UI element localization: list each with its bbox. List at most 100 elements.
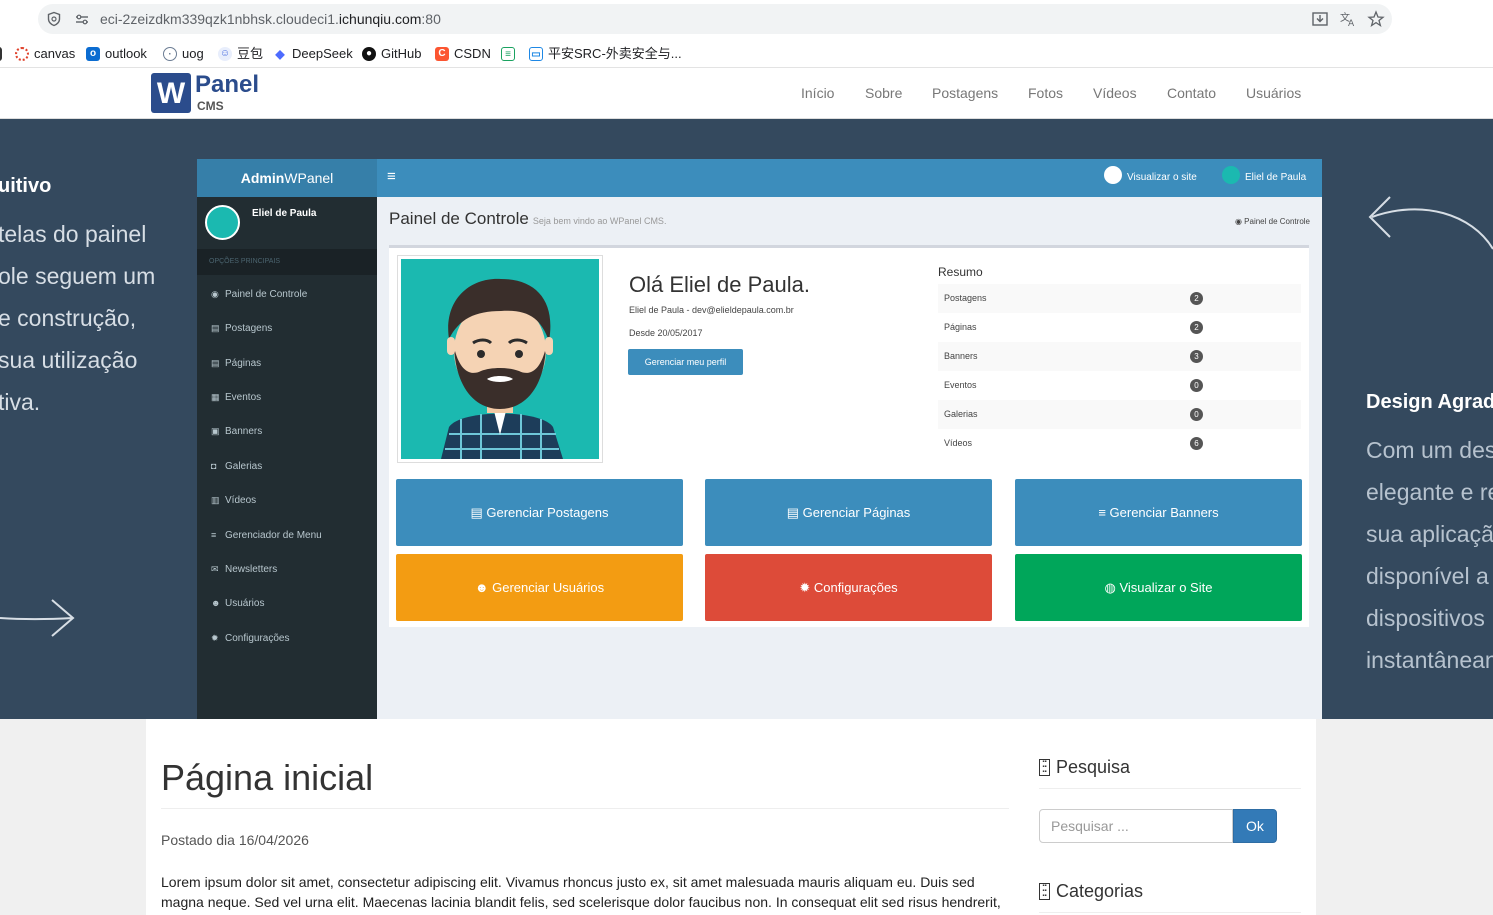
- summary-row: Eventos 0: [938, 371, 1301, 400]
- nav-link-usuarios[interactable]: Usuários: [1246, 85, 1301, 101]
- deepseek-icon: ◆: [273, 47, 287, 61]
- site-settings-icon[interactable]: [74, 11, 90, 27]
- hamburger-icon: ≡: [387, 168, 396, 185]
- logo-letter: W: [151, 73, 191, 113]
- bookmarks-bar: canvas o outlook · uog ☺ 豆包 ◆ DeepSeek ● GitH…: [0, 40, 1493, 68]
- search-input[interactable]: [1039, 809, 1233, 843]
- summary-label: Galerias: [944, 409, 978, 419]
- summary-label: Postagens: [944, 293, 987, 303]
- bookmark-doubao[interactable]: ☺ 豆包: [218, 45, 263, 63]
- arrow-curved-left-icon[interactable]: [1362, 189, 1493, 269]
- admin-view-site-label: Visualizar o site: [1127, 171, 1197, 183]
- bookmark-csdn[interactable]: C CSDN: [435, 45, 491, 63]
- admin-menu-item: ▦ Eventos: [197, 382, 377, 412]
- admin-menu-item: ✹ Configurações: [197, 623, 377, 653]
- menu-icon: ≡: [211, 530, 217, 540]
- bookmark-canvas[interactable]: canvas: [15, 45, 75, 63]
- breadcrumb-label: Painel de Controle: [1244, 217, 1310, 226]
- posts-icon: ▤: [211, 323, 220, 333]
- admin-menu-item: ✉ Newsletters: [197, 554, 377, 584]
- admin-logo-bold: Admin: [240, 170, 285, 186]
- address-bar[interactable]: eci-2zeizdkm339qzk1nbhsk.cloudeci1.ichun…: [38, 4, 1392, 34]
- admin-menu-label: Postagens: [225, 323, 273, 334]
- admin-menu-item: ◘ Galerias: [197, 451, 377, 481]
- page-title: Página inicial: [161, 757, 374, 798]
- arrow-right-icon[interactable]: [0, 594, 80, 644]
- page-content: Página inicial Postado dia 16/04/2026 Lo…: [146, 719, 1316, 915]
- admin-welcome-box: Olá Eliel de Paula. Eliel de Paula - dev…: [389, 245, 1309, 627]
- dashboard-icon: ◉: [1234, 217, 1245, 226]
- summary-count-badge: 3: [1190, 350, 1203, 363]
- hero-carousel: uitivo telas do painel ole seguem um e c…: [0, 119, 1493, 719]
- envelope-icon: ✉: [211, 564, 219, 574]
- site-navbar: W Panel CMS Início Sobre Postagens Fotos…: [0, 68, 1493, 119]
- logo-panel-text: Panel: [195, 71, 260, 98]
- install-app-icon[interactable]: [1311, 10, 1329, 28]
- admin-menu-label: Banners: [225, 426, 263, 437]
- notes-icon: ≡: [501, 47, 515, 61]
- bookmark-github[interactable]: ● GitHub: [362, 45, 421, 63]
- url-prefix: eci-2zeizdkm339qzk1nbhsk.cloudeci1.: [100, 11, 339, 27]
- bookmark-uog[interactable]: · uog: [163, 45, 204, 63]
- bookmark-star-icon[interactable]: [1367, 10, 1385, 28]
- admin-menu-label: Vídeos: [225, 495, 257, 506]
- summary-title: Resumo: [938, 265, 983, 279]
- admin-top-user: Eliel de Paula: [1222, 166, 1306, 184]
- search-button[interactable]: Ok: [1233, 809, 1277, 843]
- search-widget-label: Pesquisa: [1056, 757, 1131, 777]
- bookmark-partial[interactable]: [0, 45, 7, 63]
- nav-link-contato[interactable]: Contato: [1167, 85, 1216, 101]
- summary-count-badge: 0: [1190, 408, 1203, 421]
- bookmark-deepseek[interactable]: ◆ DeepSeek: [273, 45, 353, 63]
- hero-left-title: uitivo: [0, 175, 52, 197]
- bookmark-outlook[interactable]: o outlook: [86, 45, 147, 63]
- post-body: Lorem ipsum dolor sit amet, consectetur …: [161, 874, 1001, 910]
- admin-page-heading: Painel de Controle Seja bem vindo ao WPan…: [389, 209, 666, 229]
- globe-icon: ◍: [1104, 580, 1120, 595]
- admin-menu-label: Usuários: [225, 598, 265, 609]
- tile-label: Gerenciar Páginas: [802, 505, 911, 520]
- partial-icon: [0, 47, 2, 61]
- admin-menu-label: Eventos: [225, 392, 262, 403]
- admin-menu-item: ▣ Banners: [197, 416, 377, 446]
- avatar-illustration: [401, 259, 599, 459]
- nav-link-videos[interactable]: Vídeos: [1093, 85, 1137, 101]
- admin-menu-label: Gerenciador de Menu: [225, 530, 322, 541]
- admin-menu-label: Painel de Controle: [225, 289, 308, 300]
- summary-row: Banners 3: [938, 342, 1301, 371]
- nav-link-postagens[interactable]: Postagens: [932, 85, 998, 101]
- summary-label: Vídeos: [944, 438, 973, 448]
- bookmark-label: outlook: [105, 46, 147, 61]
- pages-icon: ▤: [211, 358, 220, 368]
- nav-link-inicio[interactable]: Início: [801, 85, 834, 101]
- bookmark-label: CSDN: [454, 46, 491, 61]
- admin-menu-item: ▤ Postagens: [197, 313, 377, 343]
- translate-icon[interactable]: 文A: [1339, 10, 1357, 29]
- profile-since: Desde 20/05/2017: [629, 328, 703, 338]
- gear-icon: ✹: [799, 580, 814, 595]
- nav-link-fotos[interactable]: Fotos: [1028, 85, 1063, 101]
- list-icon: ≡: [1098, 505, 1110, 520]
- admin-menu-item: ≡ Gerenciador de Menu: [197, 520, 377, 550]
- bookmark-label: GitHub: [381, 46, 422, 61]
- posts-icon: ▤: [470, 505, 487, 520]
- admin-menu-item: ◉ Painel de Controle: [197, 279, 377, 309]
- globe-icon: ·: [163, 47, 177, 61]
- url-text[interactable]: eci-2zeizdkm339qzk1nbhsk.cloudeci1.ichun…: [100, 11, 441, 27]
- admin-sidebar: Eliel de Paula OPÇÕES PRINCIPAIS ◉ Painel…: [197, 197, 377, 719]
- search-widget-icon: ▪▪ ▪▪ ▪▪: [1039, 759, 1050, 776]
- summary-label: Banners: [944, 351, 978, 361]
- hero-left-line: sua utilização: [0, 347, 138, 373]
- manage-profile-button: Gerenciar meu perfil: [628, 349, 743, 375]
- admin-sidebar-username: Eliel de Paula: [252, 208, 317, 219]
- nav-link-sobre[interactable]: Sobre: [865, 85, 902, 101]
- bookmark-pingan-src[interactable]: ▭ 平安SRC-外卖安全与...: [529, 45, 682, 63]
- bookmark-notes[interactable]: ≡: [501, 45, 520, 63]
- shield-icon[interactable]: [46, 11, 62, 27]
- admin-menu-item: ▥ Vídeos: [197, 485, 377, 515]
- admin-section-header: OPÇÕES PRINCIPAIS: [197, 249, 377, 275]
- site-logo[interactable]: W Panel CMS: [151, 71, 271, 115]
- svg-text:A: A: [1348, 19, 1355, 28]
- summary-label: Eventos: [944, 380, 977, 390]
- canvas-icon: [15, 47, 29, 61]
